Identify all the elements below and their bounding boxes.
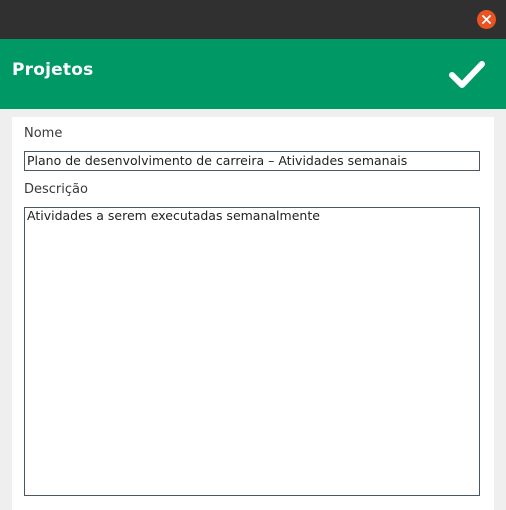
confirm-button[interactable] bbox=[446, 55, 488, 95]
name-label: Nome bbox=[24, 126, 63, 141]
name-input[interactable]: Plano de desenvolvimento de carreira – A… bbox=[24, 151, 480, 171]
page-title: Projetos bbox=[12, 60, 94, 80]
close-button[interactable] bbox=[477, 10, 496, 29]
description-label: Descrição bbox=[24, 182, 88, 197]
project-dialog: Projetos Nome Plano de desenvolvimento d… bbox=[0, 0, 506, 510]
form-panel: Nome Plano de desenvolvimento de carreir… bbox=[12, 117, 494, 510]
checkmark-icon bbox=[449, 61, 485, 88]
dialog-header: Projetos bbox=[0, 39, 506, 109]
close-icon bbox=[482, 15, 491, 24]
description-textarea[interactable]: Atividades a serem executadas semanalmen… bbox=[24, 207, 480, 496]
window-titlebar[interactable] bbox=[0, 0, 506, 39]
